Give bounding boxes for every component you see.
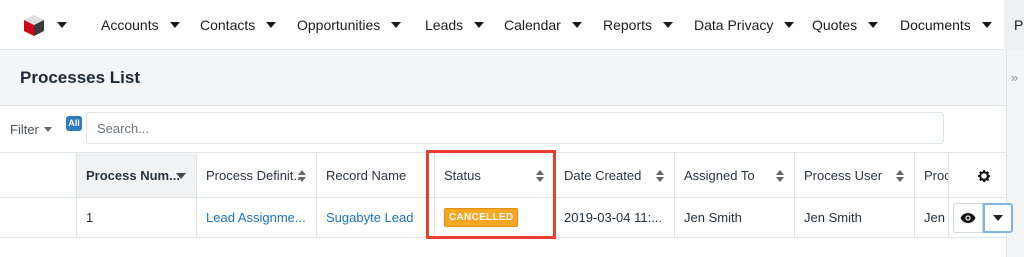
- filter-button[interactable]: Filter: [10, 118, 52, 140]
- list-header: Processes List: [0, 50, 1006, 106]
- search-field[interactable]: [86, 112, 944, 144]
- cell-proc: Jen S: [914, 198, 948, 237]
- nav-item-label: Reports: [603, 17, 653, 33]
- row-actions: [953, 203, 1013, 233]
- column-label: Process Definit...: [206, 167, 305, 183]
- nav-item-contacts[interactable]: Contacts: [200, 0, 277, 50]
- sort-icon: [656, 170, 664, 182]
- nav-item-label: Documents: [900, 17, 971, 33]
- column-label: Record Name: [326, 167, 407, 183]
- search-input[interactable]: [87, 113, 943, 143]
- chevron-down-icon: [43, 126, 52, 132]
- sort-descending-icon: [176, 173, 186, 179]
- nav-item-quotes[interactable]: Quotes: [812, 0, 879, 50]
- top-navigation-bar: Accounts Contacts Opportunities Leads Ca…: [0, 0, 1024, 50]
- nav-item-leads[interactable]: Leads: [425, 0, 485, 50]
- chevron-down-icon[interactable]: [169, 22, 180, 28]
- nav-item-reports[interactable]: Reports: [603, 0, 674, 50]
- sort-icon: [776, 170, 784, 182]
- row-actions-dropdown-button[interactable]: [983, 203, 1013, 233]
- nav-item-label: Quotes: [812, 17, 858, 33]
- row-select-cell: [0, 198, 76, 237]
- chevron-down-icon: [993, 215, 1003, 221]
- column-header-date-created[interactable]: Date Created: [554, 153, 674, 197]
- cube-logo-icon: [24, 15, 44, 36]
- cell-process-user: Jen Smith: [794, 198, 914, 237]
- preview-button[interactable]: [953, 203, 983, 233]
- sort-icon: [896, 170, 904, 182]
- chevron-down-icon[interactable]: [391, 22, 402, 28]
- filter-label: Filter: [10, 121, 39, 137]
- column-header-assigned-to[interactable]: Assigned To: [674, 153, 794, 197]
- chevron-down-icon[interactable]: [474, 22, 485, 28]
- all-filter-badge[interactable]: All: [66, 116, 82, 131]
- nav-item-label: Data Privacy: [694, 17, 774, 33]
- chevron-down-icon[interactable]: [784, 22, 795, 28]
- column-label: Assigned To: [684, 167, 755, 183]
- column-label: Proc: [924, 167, 948, 183]
- chevron-down-icon[interactable]: [571, 22, 582, 28]
- gear-icon[interactable]: [976, 168, 992, 184]
- chevron-down-icon[interactable]: [266, 22, 277, 28]
- app-logo-menu[interactable]: [22, 13, 72, 37]
- page-title: Processes List: [20, 68, 141, 87]
- sort-icon: [298, 170, 306, 182]
- nav-item-label: Calendar: [504, 17, 561, 33]
- eye-icon: [960, 213, 976, 223]
- column-header-process-number[interactable]: Process Num...: [76, 153, 196, 197]
- column-header-process-definition[interactable]: Process Definit...: [196, 153, 316, 197]
- column-header-record-name[interactable]: Record Name: [316, 153, 434, 197]
- cell-process-definition-link[interactable]: Lead Assignme...: [196, 198, 316, 237]
- column-header-proc[interactable]: Proc: [914, 153, 948, 197]
- column-header-process-user[interactable]: Process User: [794, 153, 914, 197]
- chevron-down-icon[interactable]: [981, 22, 992, 28]
- status-column-highlight: [426, 150, 556, 239]
- column-label: Process Num...: [86, 167, 180, 183]
- select-column-header: [0, 153, 76, 197]
- column-label: Process User: [804, 167, 883, 183]
- nav-item-documents[interactable]: Documents: [900, 0, 992, 50]
- column-label: Date Created: [564, 167, 642, 183]
- nav-item-data-privacy[interactable]: Data Privacy: [694, 0, 795, 50]
- cell-assigned-to: Jen Smith: [674, 198, 794, 237]
- nav-item-label: Opportunities: [297, 17, 381, 33]
- nav-item-accounts[interactable]: Accounts: [101, 0, 180, 50]
- chevron-down-icon[interactable]: [868, 22, 879, 28]
- nav-item-overflow[interactable]: Pr: [1004, 0, 1024, 50]
- cell-date-created: 2019-03-04 11:...: [554, 198, 674, 237]
- chevron-down-icon[interactable]: [663, 22, 674, 28]
- nav-item-label: Contacts: [200, 17, 256, 33]
- nav-item-label: Accounts: [101, 17, 159, 33]
- chevron-down-icon: [57, 22, 67, 28]
- cell-process-number: 1: [76, 198, 196, 237]
- double-chevron-right-icon: »: [1011, 70, 1019, 85]
- nav-item-opportunities[interactable]: Opportunities: [297, 0, 402, 50]
- nav-item-label: Leads: [425, 17, 464, 33]
- cell-record-name-link[interactable]: Sugabyte Lead: [316, 198, 434, 237]
- nav-item-calendar[interactable]: Calendar: [504, 0, 582, 50]
